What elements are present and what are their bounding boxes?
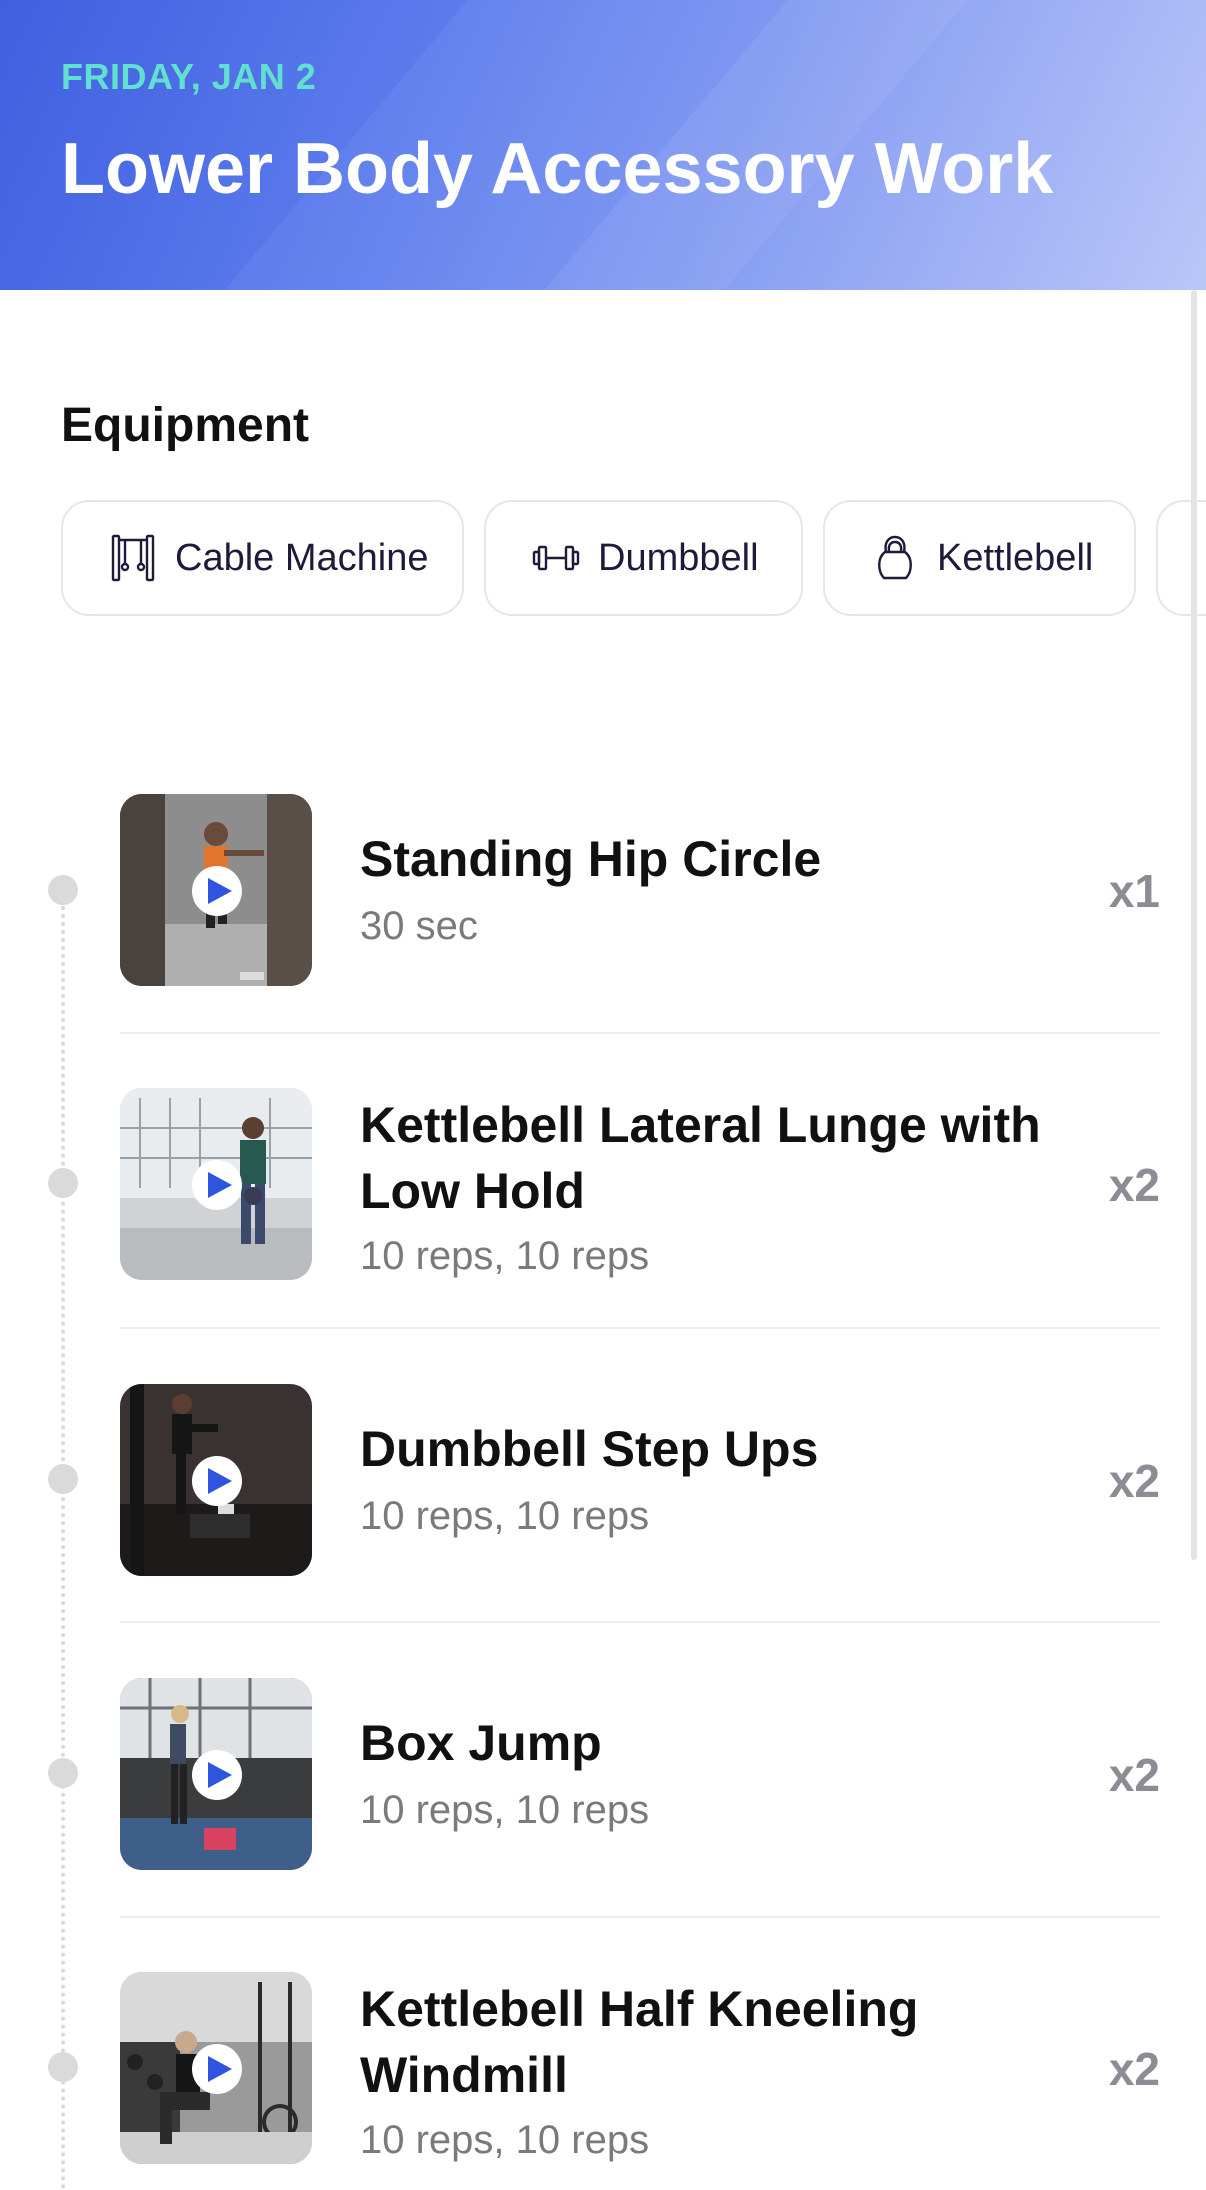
timeline-dot — [48, 2052, 78, 2082]
play-icon — [207, 1762, 232, 1788]
equipment-heading: Equipment — [61, 399, 309, 452]
timeline-dot — [48, 1168, 78, 1198]
scrollbar[interactable] — [1191, 290, 1197, 1560]
exercise-name: Box Jump — [360, 1715, 602, 1771]
play-icon — [207, 1172, 232, 1198]
row-divider — [120, 1621, 1160, 1623]
exercise-row[interactable]: Kettlebell Lateral Lunge with Low Hold 1… — [0, 1088, 1160, 1328]
cable-machine-icon — [105, 530, 161, 586]
exercise-detail: 10 reps, 10 reps — [360, 1788, 650, 1832]
exercise-thumbnail[interactable] — [120, 1384, 312, 1576]
kettlebell-icon — [867, 530, 923, 586]
exercise-thumbnail[interactable] — [120, 1972, 312, 2164]
exercise-row[interactable]: Standing Hip Circle 30 sec x1 — [0, 794, 1160, 1034]
exercise-set-count: x2 — [1108, 1749, 1160, 1801]
play-icon — [207, 1468, 232, 1494]
exercise-set-count: x2 — [1108, 1159, 1160, 1211]
workout-date: FRIDAY, JAN 2 — [61, 56, 317, 97]
timeline-dot — [48, 1464, 78, 1494]
exercise-detail: 30 sec — [360, 904, 478, 948]
workout-header: FRIDAY, JAN 2 Lower Body Accessory Work — [0, 0, 1206, 290]
exercise-thumbnail[interactable] — [120, 1088, 312, 1280]
play-button[interactable] — [192, 866, 242, 916]
workout-title: Lower Body Accessory Work — [61, 129, 1054, 209]
play-icon — [207, 878, 232, 904]
play-button[interactable] — [192, 2044, 242, 2094]
exercise-set-count: x1 — [1108, 865, 1160, 917]
exercise-name: Kettlebell Lateral Lunge with Low Hold — [360, 1097, 1041, 1219]
equipment-chip-cable-machine[interactable]: Cable Machine — [61, 500, 464, 616]
play-button[interactable] — [192, 1456, 242, 1506]
exercise-detail: 10 reps, 10 reps — [360, 1494, 650, 1538]
exercise-name: Kettlebell Half Kneeling Windmill — [360, 1981, 919, 2103]
exercise-set-count: x2 — [1108, 2043, 1160, 2095]
exercise-thumbnail[interactable] — [120, 1678, 312, 1870]
exercise-name: Dumbbell Step Ups — [360, 1421, 819, 1477]
row-divider — [120, 1916, 1160, 1918]
play-icon — [207, 2056, 232, 2082]
chip-label: Cable Machine — [175, 536, 429, 579]
equipment-chip-dumbbell[interactable]: Dumbbell — [484, 500, 803, 616]
exercise-detail: 10 reps, 10 reps — [360, 2118, 650, 2162]
equipment-chip-list[interactable]: Cable Machine Dumbbell Kettlebell — [61, 500, 1206, 620]
row-divider — [120, 1327, 1160, 1329]
exercise-row[interactable]: Kettlebell Half Kneeling Windmill 10 rep… — [0, 1972, 1160, 2178]
dumbbell-icon — [528, 530, 584, 586]
exercise-row[interactable]: Dumbbell Step Ups 10 reps, 10 reps x2 — [0, 1384, 1160, 1624]
exercise-set-count: x2 — [1108, 1455, 1160, 1507]
chip-label: Kettlebell — [937, 536, 1094, 579]
row-divider — [120, 1032, 1160, 1034]
play-button[interactable] — [192, 1160, 242, 1210]
exercise-thumbnail[interactable] — [120, 794, 312, 986]
exercise-detail: 10 reps, 10 reps — [360, 1234, 650, 1278]
equipment-chip-more[interactable] — [1156, 500, 1206, 616]
exercise-name: Standing Hip Circle — [360, 831, 822, 887]
exercise-row[interactable]: Box Jump 10 reps, 10 reps x2 — [0, 1678, 1160, 1918]
chip-label: Dumbbell — [598, 536, 759, 579]
equipment-chip-kettlebell[interactable]: Kettlebell — [823, 500, 1136, 616]
play-button[interactable] — [192, 1750, 242, 1800]
timeline-dot — [48, 875, 78, 905]
timeline-dot — [48, 1758, 78, 1788]
